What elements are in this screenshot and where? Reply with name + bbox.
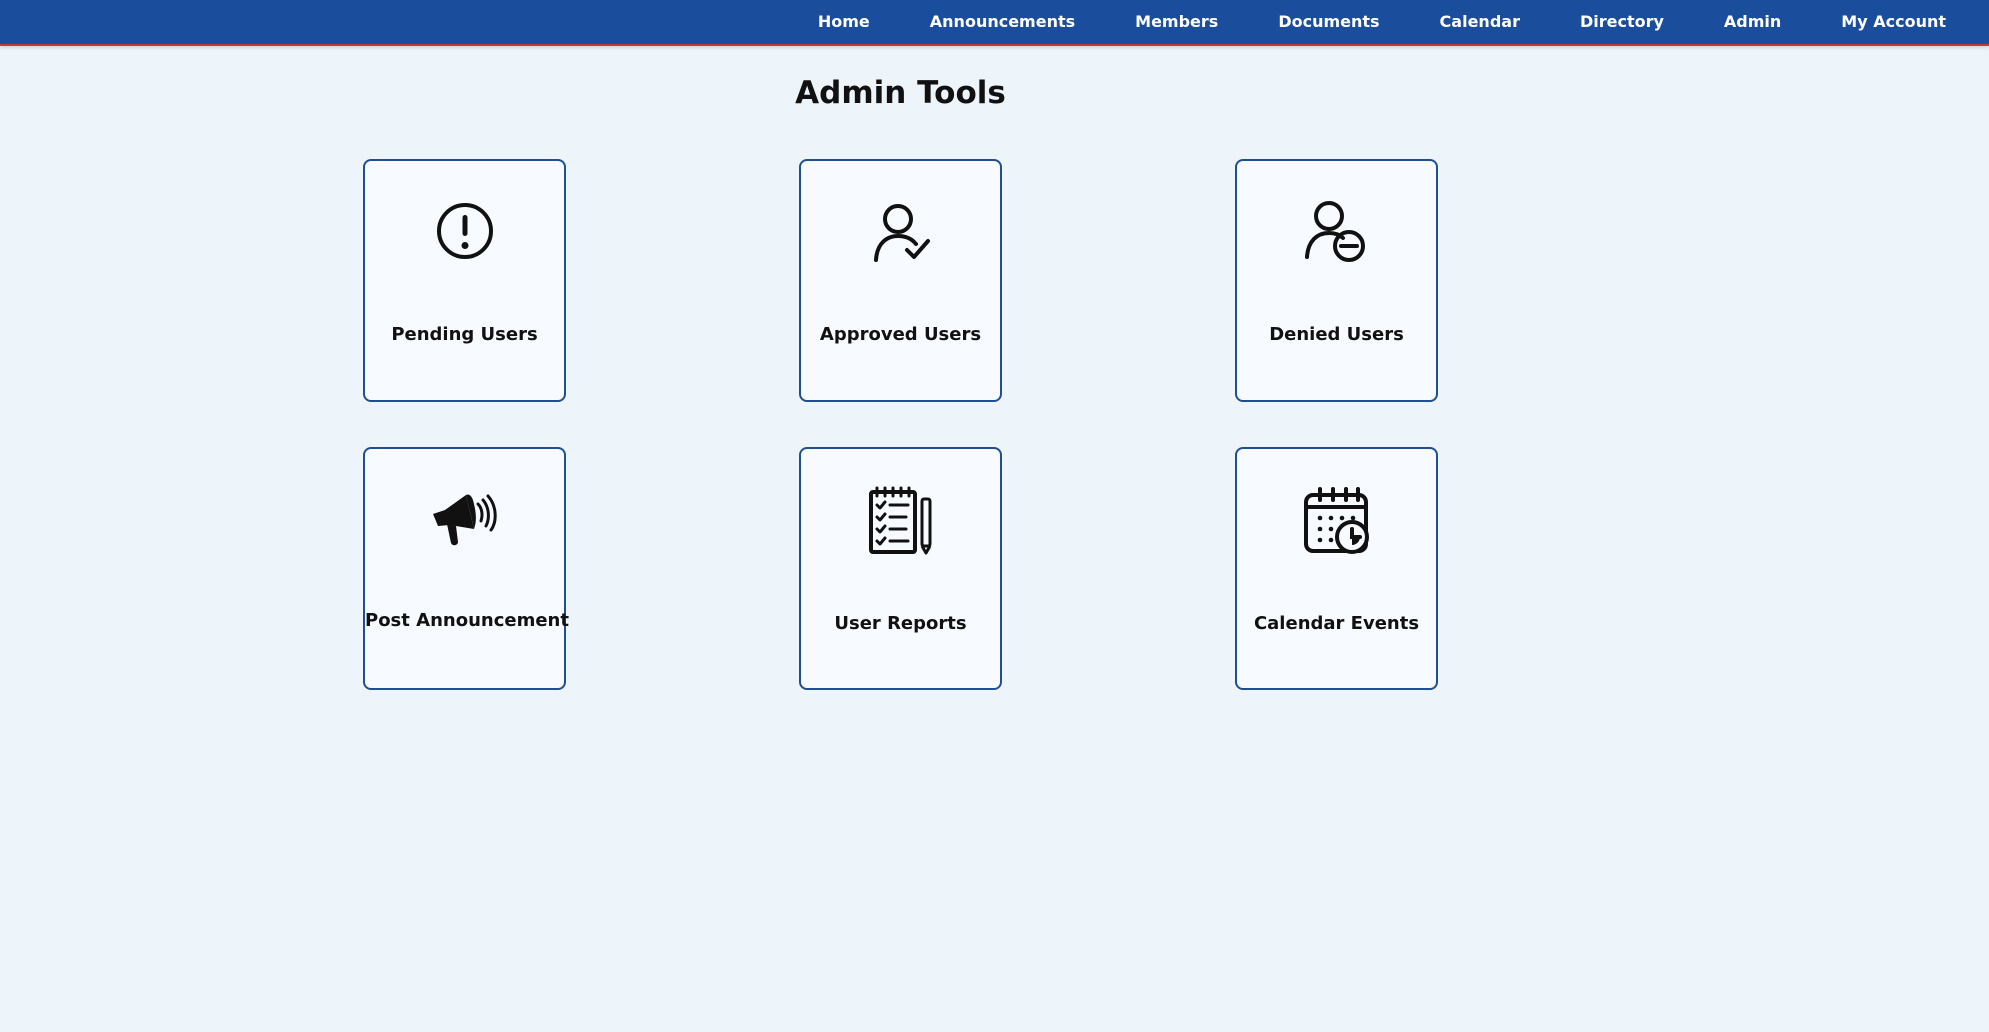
approved-users-label: Approved Users xyxy=(819,324,982,345)
denied-users-label: Denied Users xyxy=(1269,324,1404,345)
nav-calendar-link[interactable]: Calendar xyxy=(1440,14,1520,30)
report-checklist-icon xyxy=(868,486,931,555)
denied-users-card[interactable]: Denied Users xyxy=(1235,159,1438,402)
post-announcement-label: Post Announcement xyxy=(365,610,569,631)
pending-users-label: Pending Users xyxy=(391,324,538,345)
user-reports-card[interactable]: User Reports xyxy=(799,447,1002,690)
calendar-events-label: Calendar Events xyxy=(1253,613,1420,634)
nav-home-link[interactable]: Home xyxy=(818,14,870,30)
user-minus-icon xyxy=(1304,201,1365,262)
page-title: Admin Tools xyxy=(795,75,1006,111)
post-announcement-card[interactable]: Post Announcement xyxy=(363,447,569,690)
nav-members-link[interactable]: Members xyxy=(1135,14,1218,30)
nav-admin-link[interactable]: Admin xyxy=(1724,14,1781,30)
nav-documents-link[interactable]: Documents xyxy=(1278,14,1379,30)
calendar-events-card[interactable]: Calendar Events xyxy=(1235,447,1438,690)
nav-announcements-link[interactable]: Announcements xyxy=(930,14,1075,30)
calendar-clock-icon xyxy=(1303,487,1369,554)
nav-directory-link[interactable]: Directory xyxy=(1580,14,1664,30)
top-navigation-bar: Home Announcements Members Documents Cal… xyxy=(0,0,1989,46)
megaphone-icon xyxy=(432,494,497,546)
nav-my-account-link[interactable]: My Account xyxy=(1841,14,1946,30)
exclamation-circle-icon xyxy=(436,203,493,259)
pending-users-card[interactable]: Pending Users xyxy=(363,159,566,402)
user-reports-label: User Reports xyxy=(834,613,967,634)
approved-users-card[interactable]: Approved Users xyxy=(799,159,1002,402)
main-navigation: Home Announcements Members Documents Cal… xyxy=(818,0,1946,44)
user-check-icon xyxy=(873,204,930,262)
